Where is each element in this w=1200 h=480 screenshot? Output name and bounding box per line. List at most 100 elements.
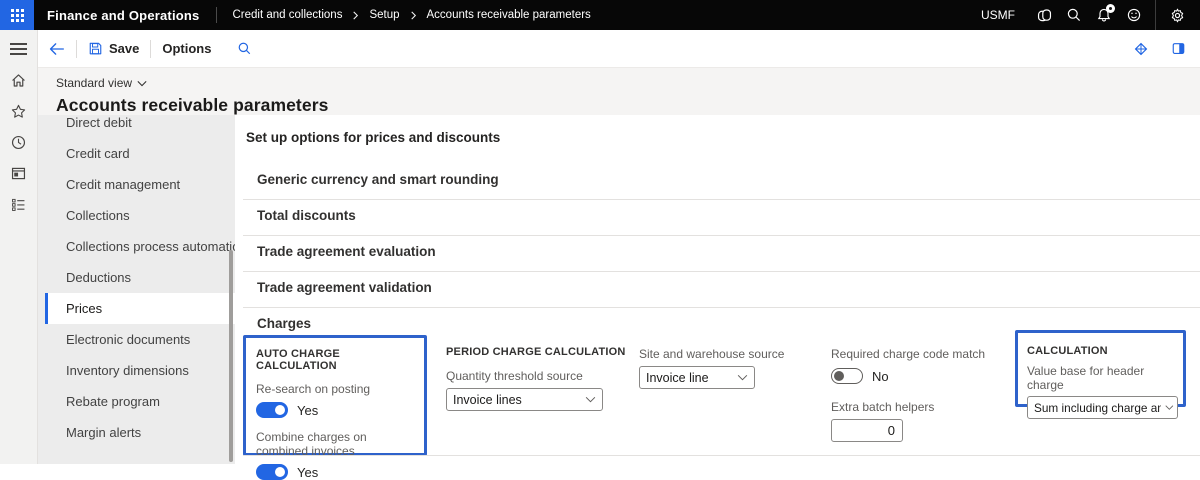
actionbar-search-button[interactable] — [237, 41, 252, 56]
calculation-group: CALCULATION Value base for header charge… — [1015, 330, 1186, 419]
waffle-icon — [10, 8, 24, 22]
page-title: Accounts receivable parameters — [56, 95, 329, 115]
sidebar-item-credit-management[interactable]: Credit management — [45, 169, 235, 200]
section-generic-currency[interactable]: Generic currency and smart rounding — [257, 172, 499, 187]
site-warehouse-source-dropdown[interactable]: Invoice line — [639, 366, 755, 389]
section-divider — [243, 307, 1200, 308]
favorites-star-icon[interactable] — [10, 102, 28, 120]
topbar-separator — [215, 7, 217, 23]
sidebar-item-collections[interactable]: Collections — [45, 200, 235, 231]
period-charge-calculation-group: PERIOD CHARGE CALCULATION Quantity thres… — [446, 346, 626, 411]
sidebar-item-margin-alerts[interactable]: Margin alerts — [45, 417, 235, 448]
sidebar-item-electronic-documents[interactable]: Electronic documents — [45, 324, 235, 355]
charge-code-match-field: Required charge code match No Extra batc… — [831, 347, 985, 442]
toggle-value: Yes — [297, 402, 319, 418]
dropdown-value: Invoice lines — [453, 392, 522, 407]
app-title[interactable]: Finance and Operations — [47, 8, 200, 23]
back-button[interactable] — [48, 42, 65, 56]
required-charge-code-match-toggle[interactable] — [831, 368, 863, 384]
chevron-right-icon — [351, 11, 360, 20]
options-menu[interactable]: Options — [162, 41, 211, 56]
group-title: AUTO CHARGE CALCULATION — [256, 348, 340, 372]
content-panel: Set up options for prices and discounts … — [235, 115, 1200, 480]
topbar-right-controls: USMF — [981, 0, 1200, 30]
combine-charges-toggle[interactable] — [256, 464, 288, 480]
breadcrumb-page[interactable]: Accounts receivable parameters — [427, 9, 591, 21]
save-label: Save — [109, 41, 140, 56]
sidebar-item-rebate-program[interactable]: Rebate program — [45, 386, 235, 417]
search-icon[interactable] — [1059, 0, 1089, 30]
field-label: Value base for header charge — [1027, 364, 1145, 392]
parameters-sidebar: Direct debit Credit card Credit manageme… — [38, 115, 235, 464]
field-label: Quantity threshold source — [446, 369, 583, 383]
gear-icon[interactable] — [1162, 0, 1192, 30]
chevron-down-icon — [137, 80, 147, 86]
chevron-down-icon — [737, 374, 748, 381]
group-title: PERIOD CHARGE CALCULATION — [446, 346, 626, 358]
sidebar-item-deductions[interactable]: Deductions — [45, 262, 235, 293]
field-label: Re-search on posting — [256, 382, 371, 396]
left-nav-rail — [0, 30, 38, 464]
field-label: Required charge code match — [831, 347, 986, 361]
group-title: CALCULATION — [1027, 345, 1108, 357]
section-trade-agreement-evaluation[interactable]: Trade agreement evaluation — [257, 244, 436, 259]
notification-badge — [1106, 4, 1115, 13]
breadcrumb-setup[interactable]: Setup — [369, 9, 399, 21]
dropdown-value: Sum including charge amounts — [1034, 400, 1161, 415]
toggle-value: Yes — [297, 464, 319, 480]
options-label: Options — [162, 41, 212, 56]
quantity-threshold-source-dropdown[interactable]: Invoice lines — [446, 388, 603, 411]
company-selector[interactable]: USMF — [981, 8, 1015, 22]
menu-hamburger-icon[interactable] — [10, 40, 28, 58]
breadcrumb: Credit and collections Setup Accounts re… — [233, 9, 591, 21]
app-launcher-button[interactable] — [0, 0, 34, 30]
breadcrumb-module[interactable]: Credit and collections — [233, 9, 343, 21]
sidebar-item-collections-process-automation[interactable]: Collections process automation — [45, 231, 235, 262]
top-navigation-bar: Finance and Operations Credit and collec… — [0, 0, 1200, 30]
chevron-down-icon — [1165, 405, 1174, 410]
feedback-smiley-icon[interactable] — [1119, 0, 1149, 30]
floppy-disk-icon — [89, 42, 102, 55]
section-divider — [243, 199, 1200, 200]
toggle-value: No — [872, 368, 889, 384]
chevron-right-icon — [409, 11, 418, 20]
auto-charge-calculation-group: AUTO CHARGE CALCULATION Re-search on pos… — [243, 335, 427, 480]
section-trade-agreement-validation[interactable]: Trade agreement validation — [257, 280, 432, 295]
topbar-separator — [1155, 0, 1156, 30]
copilot-icon[interactable] — [1029, 0, 1059, 30]
extra-batch-helpers-input[interactable] — [831, 419, 903, 442]
side-panel-toggle-icon[interactable] — [1171, 41, 1186, 56]
actionbar-separator — [76, 39, 77, 58]
field-label: Combine charges on combined invoices — [256, 430, 367, 458]
section-divider — [243, 271, 1200, 272]
section-divider — [243, 235, 1200, 236]
section-charges[interactable]: Charges — [257, 316, 311, 331]
view-selector-label: Standard view — [56, 76, 133, 90]
section-total-discounts[interactable]: Total discounts — [257, 208, 356, 223]
notification-bell-icon[interactable] — [1089, 0, 1119, 30]
worklist-window-icon[interactable] — [10, 164, 28, 182]
dropdown-value: Invoice line — [646, 370, 709, 385]
diamond-icon[interactable] — [1133, 41, 1149, 57]
search-icon — [239, 42, 251, 55]
sidebar-item-credit-card[interactable]: Credit card — [45, 138, 235, 169]
field-label: Extra batch helpers — [831, 400, 935, 414]
section-divider — [243, 455, 1200, 456]
home-icon[interactable] — [10, 71, 28, 89]
re-search-on-posting-toggle[interactable] — [256, 402, 288, 418]
view-selector[interactable]: Standard view — [56, 76, 147, 90]
save-button[interactable]: Save — [88, 41, 139, 56]
sidebar-item-inventory-dimensions[interactable]: Inventory dimensions — [45, 355, 235, 386]
actionbar-separator — [150, 39, 152, 58]
page-header: Standard view Accounts receivable parame… — [38, 68, 1200, 115]
nav-list-icon[interactable] — [10, 195, 28, 213]
sidebar-scrollbar-thumb[interactable] — [229, 250, 233, 462]
sidebar-item-prices[interactable]: Prices — [45, 293, 235, 324]
chevron-down-icon — [585, 396, 596, 403]
recent-clock-icon[interactable] — [10, 133, 28, 151]
sidebar-item-direct-debit[interactable]: Direct debit — [45, 115, 235, 138]
content-heading: Set up options for prices and discounts — [246, 130, 501, 145]
action-bar: Save Options — [38, 30, 1200, 68]
site-warehouse-field: Site and warehouse source Invoice line — [639, 347, 784, 389]
value-base-header-charge-dropdown[interactable]: Sum including charge amounts — [1027, 396, 1178, 419]
